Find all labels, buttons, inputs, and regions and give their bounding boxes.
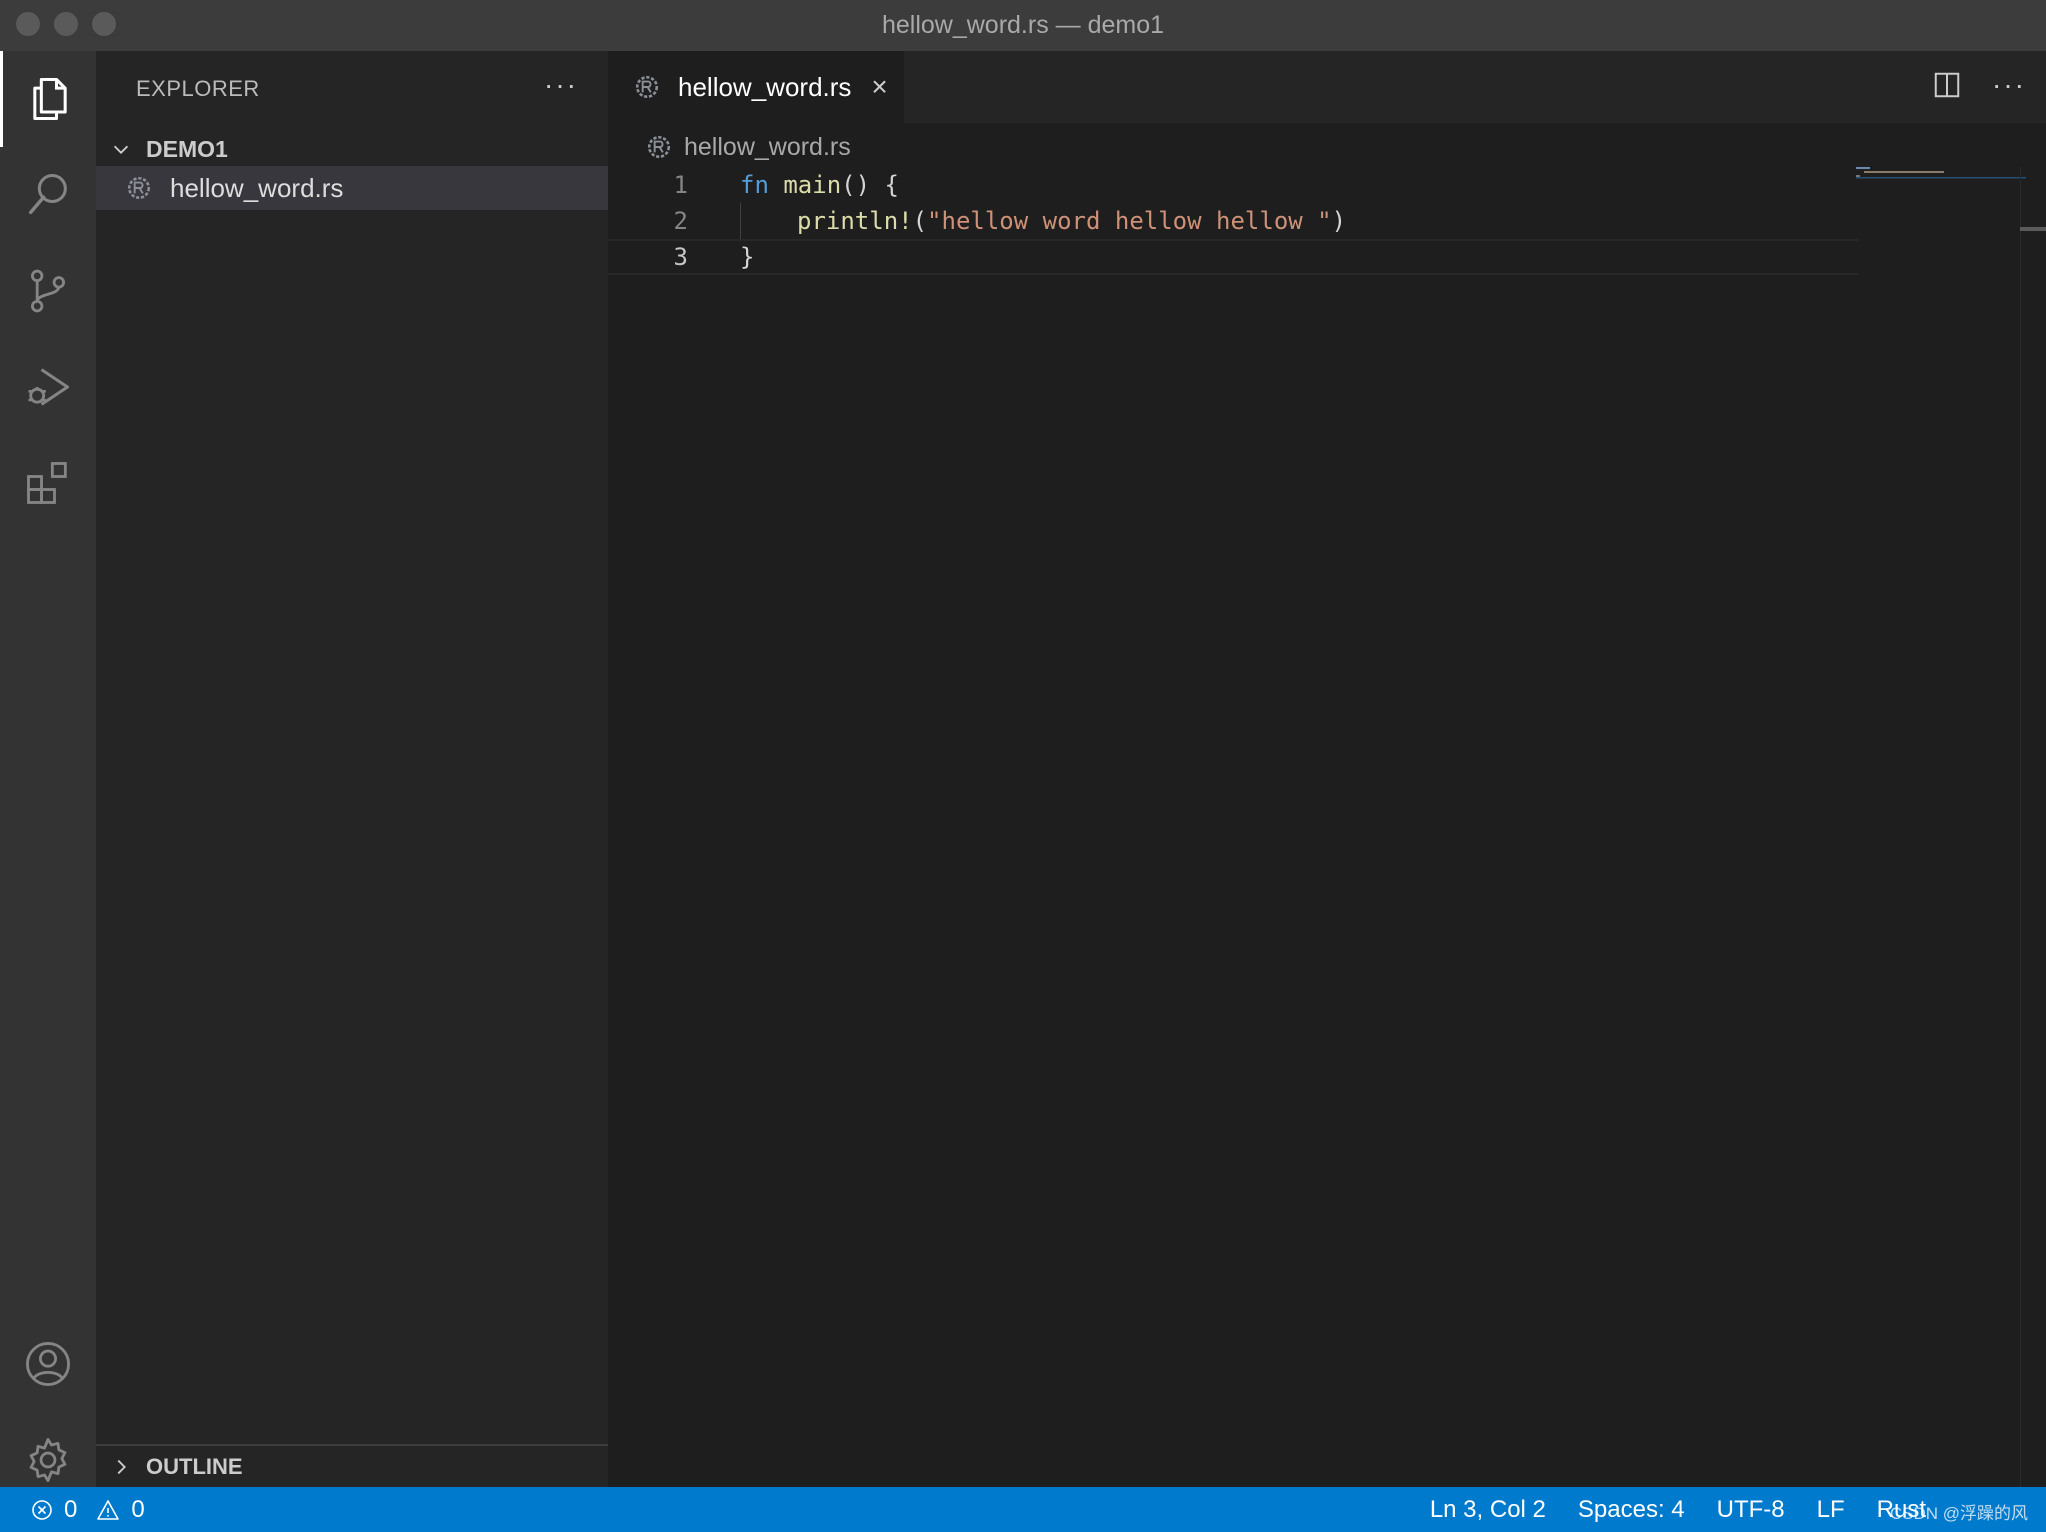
tab-label: hellow_word.rs [678,71,852,102]
explorer-more-actions-button[interactable]: ··· [544,69,578,101]
punct-token: ( [912,207,928,235]
line-content: println!("hellow word hellow hellow ") [797,207,1346,235]
minimap[interactable] [1856,167,2026,187]
activity-extensions[interactable] [0,435,96,531]
watermark: CSDN @浮躁的风 [1889,1504,2028,1523]
editor-more-actions-button[interactable]: ··· [1992,69,2026,101]
line-number: 1 [673,171,688,199]
problems-indicator[interactable]: 0 0 [30,1496,145,1524]
error-count: 0 [64,1495,78,1523]
tab-bar: hellow_word.rs × ··· [608,51,2046,123]
folder-demo1[interactable]: DEMO1 [96,127,608,171]
macro-token: println! [797,207,913,235]
zoom-window-button[interactable] [92,12,116,36]
chevron-right-icon [96,1456,136,1478]
punct-token: () { [841,171,899,199]
outline-section[interactable]: OUTLINE [96,1444,608,1487]
title-bar: hellow_word.rs — demo1 [0,0,2046,51]
code-line-current: 3 } [608,239,1858,275]
punct-token: ) [1331,207,1347,235]
code-editor[interactable]: 1 fn main() { 2 println!("hellow word he… [608,167,1858,275]
activity-source-control[interactable] [0,243,96,339]
run-debug-icon [28,368,70,406]
vscode-window: hellow_word.rs — demo1 EXPLORER ··· DEMO… [0,0,2046,1532]
rust-file-icon [635,75,659,99]
activity-explorer[interactable] [0,51,96,147]
function-token: main [783,171,842,199]
breadcrumb-file: hellow_word.rs [684,132,851,161]
file-item-hellow-word[interactable]: hellow_word.rs [96,166,608,210]
line-number: 3 [673,243,688,271]
rust-file-icon [127,176,151,200]
warning-count: 0 [131,1495,145,1523]
code-line: 2 println!("hellow word hellow hellow ") [608,203,1858,239]
status-bar: 0 0 Ln 3, Col 2 Spaces: 4 UTF-8 LF Rust … [0,1487,2046,1532]
indent-guide [740,203,741,239]
editor-area: hellow_word.rs × ··· hellow_word.rs 1 fn [608,51,2046,1487]
activity-run-debug[interactable] [0,339,96,435]
minimize-window-button[interactable] [54,12,78,36]
rust-file-icon [647,135,671,159]
encoding[interactable]: UTF-8 [1717,1496,1785,1524]
outline-label: OUTLINE [146,1453,243,1479]
activity-bar [0,51,96,1487]
split-editor-icon[interactable] [1932,70,1962,100]
vertical-scrollbar[interactable] [2020,167,2046,1487]
files-icon [32,77,67,121]
status-right-items: Ln 3, Col 2 Spaces: 4 UTF-8 LF Rust [1430,1496,1926,1524]
scrollbar-thumb[interactable] [2020,227,2046,231]
line-content: fn main() { [740,171,899,199]
close-window-button[interactable] [16,12,40,36]
indentation[interactable]: Spaces: 4 [1578,1496,1685,1524]
explorer-sidebar: EXPLORER ··· DEMO1 hellow_word.rs OUTLIN… [96,51,608,1487]
folder-label: DEMO1 [146,135,228,162]
extensions-icon [27,462,67,504]
account-icon [26,1342,70,1386]
keyword-token: fn [740,171,769,199]
file-label: hellow_word.rs [170,172,344,203]
tab-hellow-word[interactable]: hellow_word.rs × [608,51,904,123]
gear-icon [29,1438,67,1482]
line-number: 2 [673,207,688,235]
window-title: hellow_word.rs — demo1 [881,11,1165,39]
activity-search[interactable] [0,147,96,243]
search-icon [28,173,67,215]
explorer-header: EXPLORER [136,76,260,101]
editor-actions: ··· [1932,69,2026,101]
code-line: 1 fn main() { [608,167,1858,203]
cursor-position[interactable]: Ln 3, Col 2 [1430,1496,1546,1524]
warning-icon [97,1499,120,1520]
window-controls [16,12,116,36]
breadcrumb[interactable]: hellow_word.rs [646,127,851,167]
chevron-down-icon [96,138,136,160]
activity-accounts[interactable] [0,1316,96,1412]
string-token: "hellow word hellow hellow " [927,207,1332,235]
error-icon [32,1499,52,1520]
close-icon[interactable]: × [871,71,887,103]
line-content: } [740,243,755,271]
end-of-line[interactable]: LF [1817,1496,1845,1524]
source-control-icon [30,269,66,313]
